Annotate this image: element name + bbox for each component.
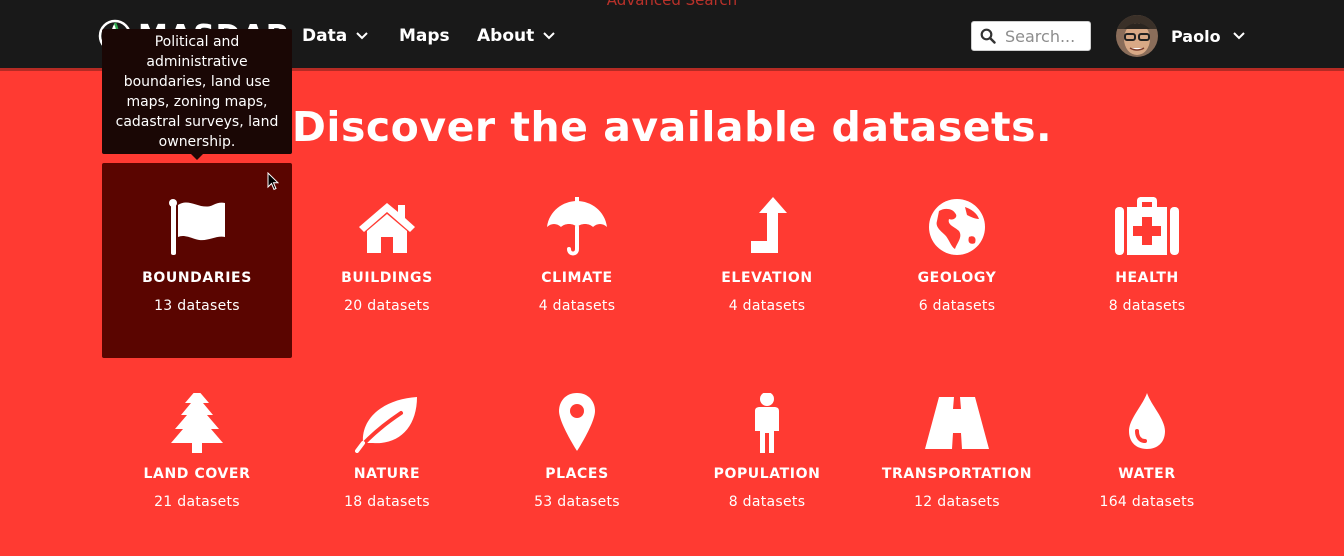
category-water[interactable]: WATER 164 datasets: [1052, 359, 1242, 554]
tree-icon: [171, 393, 223, 453]
category-land-cover[interactable]: LAND COVER 21 datasets: [102, 359, 292, 554]
category-label: CLIMATE: [541, 270, 613, 286]
category-count: 8 datasets: [728, 494, 806, 510]
category-label: HEALTH: [1115, 270, 1179, 286]
category-population[interactable]: POPULATION 8 datasets: [672, 359, 862, 554]
category-count: 20 datasets: [344, 298, 430, 314]
category-count: 12 datasets: [914, 494, 1000, 510]
nav-about-dropdown[interactable]: About: [477, 26, 555, 46]
category-count: 21 datasets: [154, 494, 240, 510]
road-icon: [925, 397, 989, 449]
category-label: ELEVATION: [721, 270, 813, 286]
avatar: [1116, 15, 1158, 57]
chevron-down-icon: [543, 32, 555, 40]
category-count: 8 datasets: [1108, 298, 1186, 314]
category-elevation[interactable]: ELEVATION 4 datasets: [672, 163, 862, 358]
home-icon: [359, 203, 415, 253]
category-label: GEOLOGY: [917, 270, 997, 286]
category-label: LAND COVER: [143, 466, 251, 482]
category-transportation[interactable]: TRANSPORTATION 12 datasets: [862, 359, 1052, 554]
category-label: NATURE: [353, 466, 421, 482]
category-label: BOUNDARIES: [142, 270, 252, 286]
category-boundaries[interactable]: BOUNDARIES 13 datasets: [102, 163, 292, 358]
category-count: 4 datasets: [538, 298, 616, 314]
category-count: 164 datasets: [1099, 494, 1195, 510]
category-count: 18 datasets: [344, 494, 430, 510]
category-nature[interactable]: NATURE 18 datasets: [292, 359, 482, 554]
category-tooltip: Political and administrative boundaries,…: [102, 29, 292, 160]
nav-data-label: Data: [302, 26, 348, 46]
person-icon: [755, 393, 779, 453]
category-label: TRANSPORTATION: [881, 466, 1033, 482]
mouse-cursor-icon: [267, 172, 279, 191]
category-count: 6 datasets: [918, 298, 996, 314]
medkit-icon: [1115, 197, 1179, 255]
drop-icon: [1129, 393, 1165, 449]
category-label: BUILDINGS: [341, 270, 433, 286]
nav-about-label: About: [477, 26, 535, 46]
user-menu[interactable]: Paolo: [1116, 15, 1245, 57]
leaf-icon: [355, 397, 417, 453]
nav-maps-label: Maps: [399, 26, 450, 46]
umbrella-icon: [547, 197, 607, 256]
category-health[interactable]: HEALTH 8 datasets: [1052, 163, 1242, 358]
category-geology[interactable]: GEOLOGY 6 datasets: [862, 163, 1052, 358]
category-count: 13 datasets: [154, 298, 240, 314]
search-box[interactable]: [971, 21, 1091, 51]
map-marker-icon: [559, 393, 595, 451]
chevron-down-icon: [1232, 32, 1245, 40]
category-count: 4 datasets: [728, 298, 806, 314]
category-label: WATER: [1118, 466, 1176, 482]
search-input[interactable]: [1005, 26, 1087, 46]
level-up-icon: [751, 197, 787, 253]
category-buildings[interactable]: BUILDINGS 20 datasets: [292, 163, 482, 358]
search-icon: [980, 28, 996, 44]
category-count: 53 datasets: [534, 494, 620, 510]
user-name: Paolo: [1171, 26, 1221, 46]
flag-icon: [169, 199, 225, 255]
category-label: PLACES: [545, 466, 609, 482]
nav-data-dropdown[interactable]: Data: [302, 26, 368, 46]
category-climate[interactable]: CLIMATE 4 datasets: [482, 163, 672, 358]
globe-icon: [929, 199, 985, 255]
category-label: POPULATION: [713, 466, 821, 482]
nav-maps-link[interactable]: Maps: [399, 26, 450, 46]
chevron-down-icon: [356, 32, 368, 40]
advanced-search-link[interactable]: Advanced Search: [0, 0, 1344, 9]
page-title-text: Discover the available datasets.: [291, 103, 1053, 151]
category-places[interactable]: PLACES 53 datasets: [482, 359, 672, 554]
